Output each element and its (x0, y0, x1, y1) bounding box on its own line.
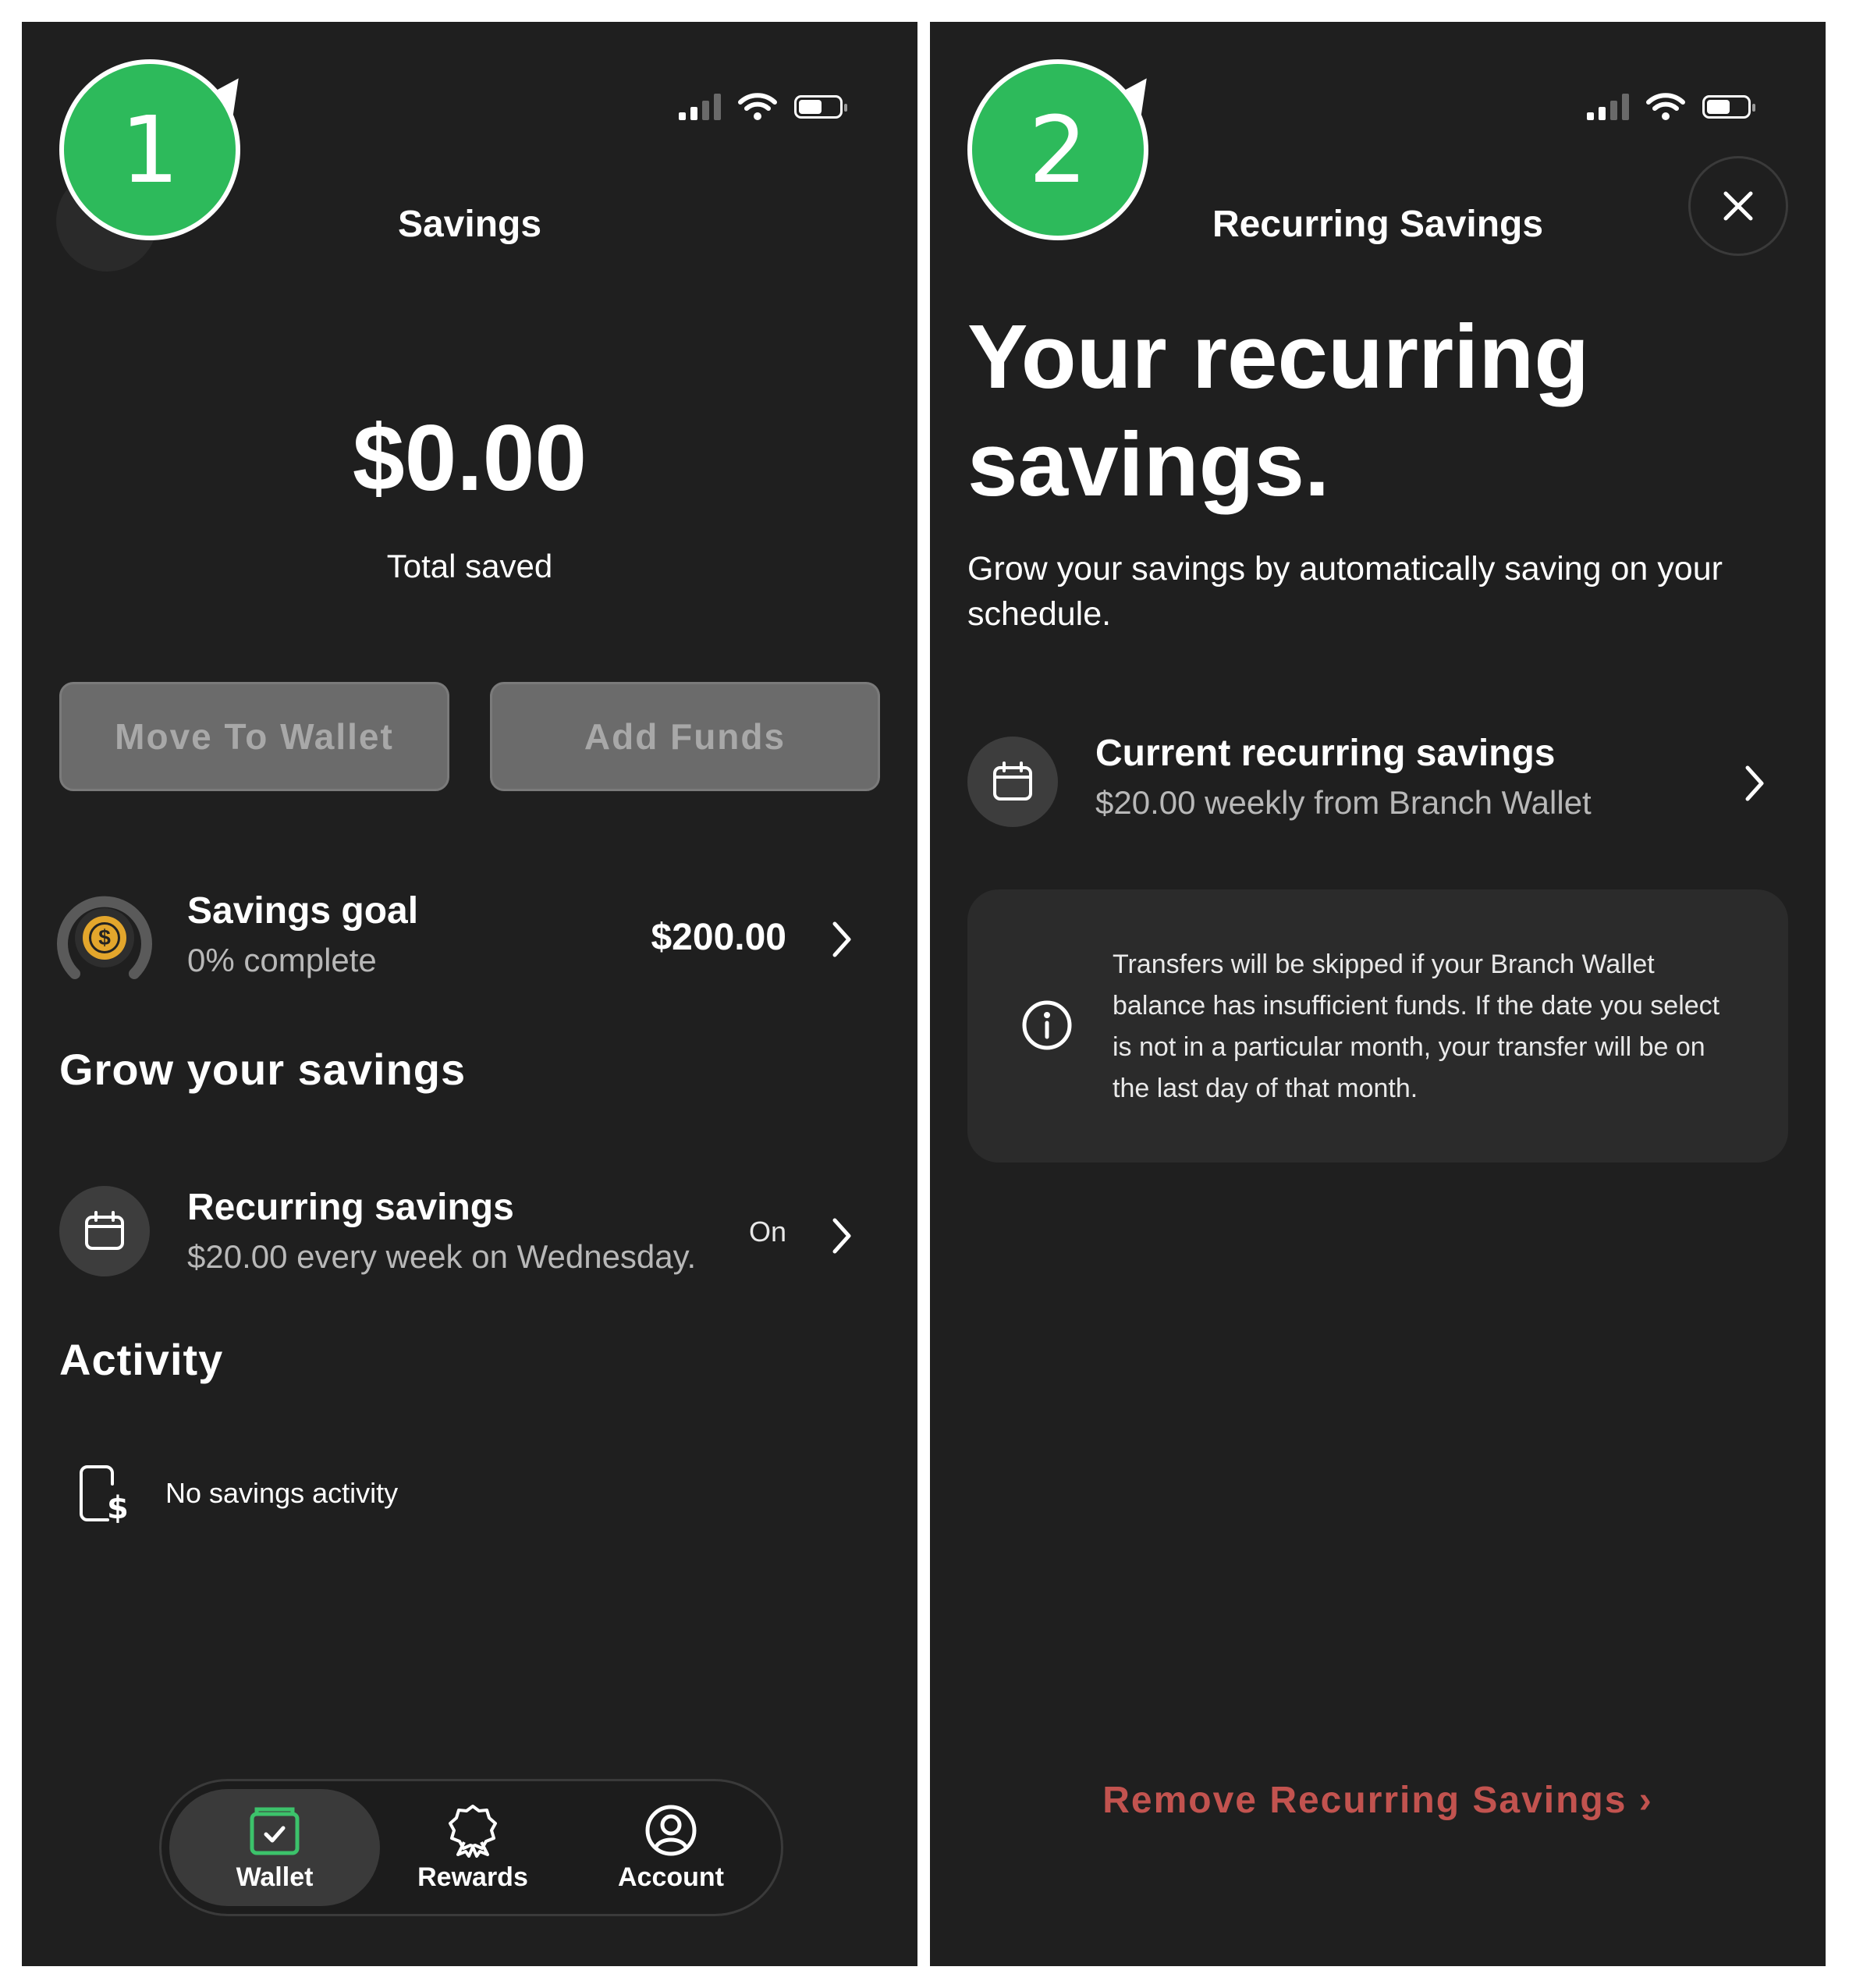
chevron-right-icon[interactable] (830, 1217, 854, 1255)
recurring-status: On (748, 1216, 786, 1248)
info-text: Transfers will be skipped if your Branch… (1113, 950, 1720, 1103)
savings-goal-row[interactable]: $ Savings goal 0% complete $200.00 (57, 864, 880, 1005)
calendar-icon (59, 1186, 150, 1276)
chevron-right-icon[interactable] (830, 921, 854, 958)
dollar-coin-icon: $ (83, 916, 126, 960)
close-icon (1723, 191, 1753, 221)
savings-goal-title: Savings goal (187, 890, 419, 932)
no-activity-row: $ No savings activity (78, 1464, 398, 1523)
battery-icon (1702, 95, 1755, 119)
bottom-tab-bar: Wallet Rewards Account (159, 1779, 783, 1916)
rewards-ribbon-icon (449, 1804, 497, 1858)
wifi-icon (738, 93, 777, 120)
tab-wallet[interactable]: Wallet (169, 1789, 380, 1906)
recurring-savings-title: Recurring savings (187, 1187, 514, 1228)
account-icon (645, 1805, 697, 1855)
recurring-heading: Your recurring savings. (967, 306, 1590, 515)
move-to-wallet-button[interactable]: Move To Wallet (59, 682, 449, 791)
recurring-savings-screen: 2 Recurring Savings Your recurring savin… (930, 22, 1826, 1966)
cellular-signal-icon (1587, 94, 1629, 120)
battery-icon (794, 95, 847, 119)
add-funds-button[interactable]: Add Funds (490, 682, 880, 791)
close-button[interactable] (1688, 156, 1788, 256)
recurring-intro: Grow your savings by automatically savin… (967, 550, 1723, 633)
tab-rewards[interactable]: Rewards (367, 1789, 578, 1906)
current-recurring-row[interactable]: Current recurring savings $20.00 weekly … (967, 708, 1788, 849)
savings-goal-progress: 0% complete (187, 942, 377, 978)
savings-screen: 1 Savings $0.00 Total saved Move To Wall… (22, 22, 917, 1966)
tab-wallet-label: Wallet (236, 1862, 314, 1892)
recurring-savings-row[interactable]: Recurring savings $20.00 every week on W… (59, 1161, 880, 1301)
phone-dollar-icon: $ (80, 1465, 129, 1523)
savings-goal-amount: $200.00 (651, 917, 786, 958)
status-bar (679, 92, 847, 122)
step-badge: 2 (967, 59, 1148, 240)
tab-rewards-label: Rewards (417, 1862, 528, 1892)
recurring-savings-schedule: $20.00 every week on Wednesday. (187, 1238, 697, 1275)
cellular-signal-icon (679, 94, 721, 120)
total-saved-label: Total saved (386, 548, 553, 584)
wifi-icon (1646, 93, 1685, 120)
calendar-icon (967, 737, 1058, 827)
grow-savings-heading: Grow your savings (59, 1045, 467, 1094)
chevron-right-icon[interactable] (1743, 765, 1766, 802)
remove-recurring-savings-link[interactable]: Remove Recurring Savings › (930, 1779, 1826, 1822)
wallet-icon (250, 1807, 300, 1855)
no-activity-text: No savings activity (165, 1477, 399, 1509)
activity-heading: Activity (59, 1335, 224, 1384)
tab-account-label: Account (618, 1862, 724, 1892)
tab-account[interactable]: Account (566, 1789, 776, 1906)
status-bar (1587, 92, 1755, 122)
info-icon (1022, 1000, 1072, 1050)
current-recurring-detail: $20.00 weekly from Branch Wallet (1095, 784, 1592, 821)
total-saved-amount: $0.00 (352, 406, 587, 510)
goal-progress-ring: $ (53, 886, 156, 989)
step-badge: 1 (59, 59, 240, 240)
svg-text:$: $ (107, 1490, 129, 1523)
info-card: Transfers will be skipped if your Branch… (967, 889, 1788, 1163)
current-recurring-title: Current recurring savings (1095, 733, 1556, 774)
